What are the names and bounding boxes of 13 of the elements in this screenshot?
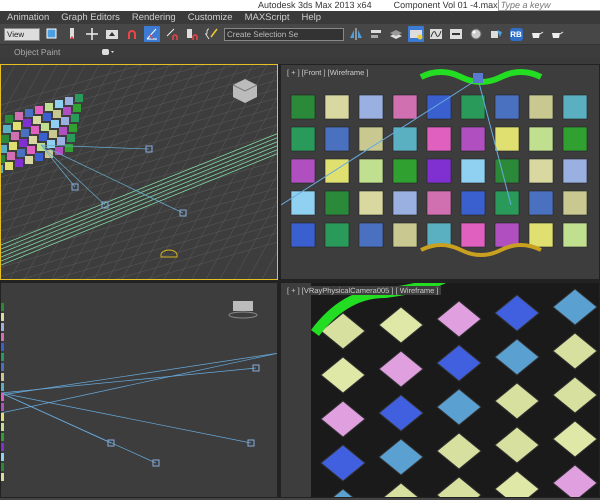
menu-item[interactable]: MAXScript (244, 12, 290, 23)
ribbon-tab[interactable]: Object Paint (14, 46, 60, 56)
rb-button[interactable]: RB (508, 26, 524, 42)
view-dropdown[interactable]: View (4, 28, 40, 40)
menu-item[interactable]: Help (301, 12, 322, 23)
menu-item[interactable]: Rendering (132, 12, 176, 23)
search-field[interactable]: Type a keyw (498, 0, 600, 11)
document-title: Component Vol 01 -4.max (394, 0, 498, 11)
menu-item[interactable]: Animation (7, 12, 50, 23)
menu-item[interactable]: Graph Editors (61, 12, 120, 23)
app-title: Autodesk 3ds Max 2013 x64 (258, 0, 372, 11)
menu-item[interactable]: Customize (188, 12, 233, 23)
selection-set-dropdown[interactable]: Create Selection Se (224, 28, 344, 40)
